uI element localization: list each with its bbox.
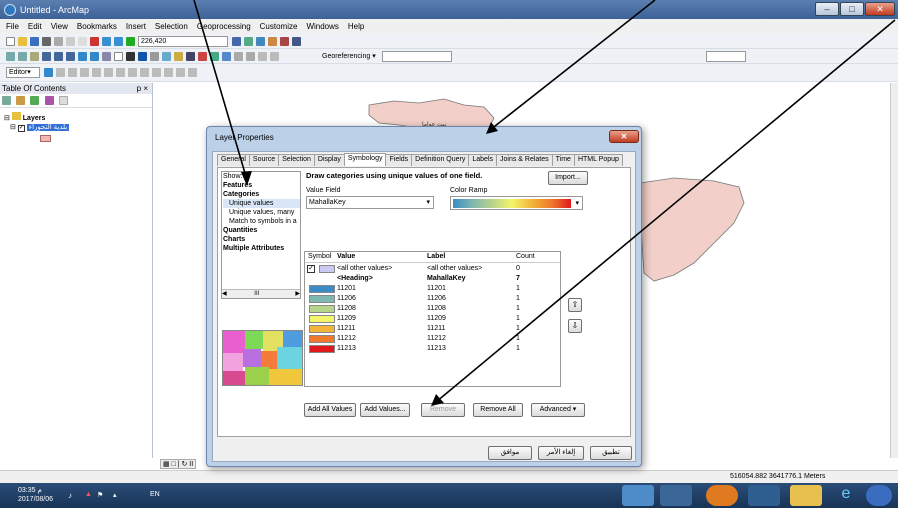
annotation-arrow-3 — [435, 19, 896, 403]
annotation-arrowhead-2 — [486, 122, 498, 134]
annotation-arrowhead-3 — [431, 394, 444, 406]
annotation-arrowhead-1 — [241, 171, 252, 186]
annotation-arrow-2 — [489, 0, 656, 131]
annotation-arrow-1 — [193, 0, 248, 181]
annotation-arrows — [193, 0, 896, 406]
